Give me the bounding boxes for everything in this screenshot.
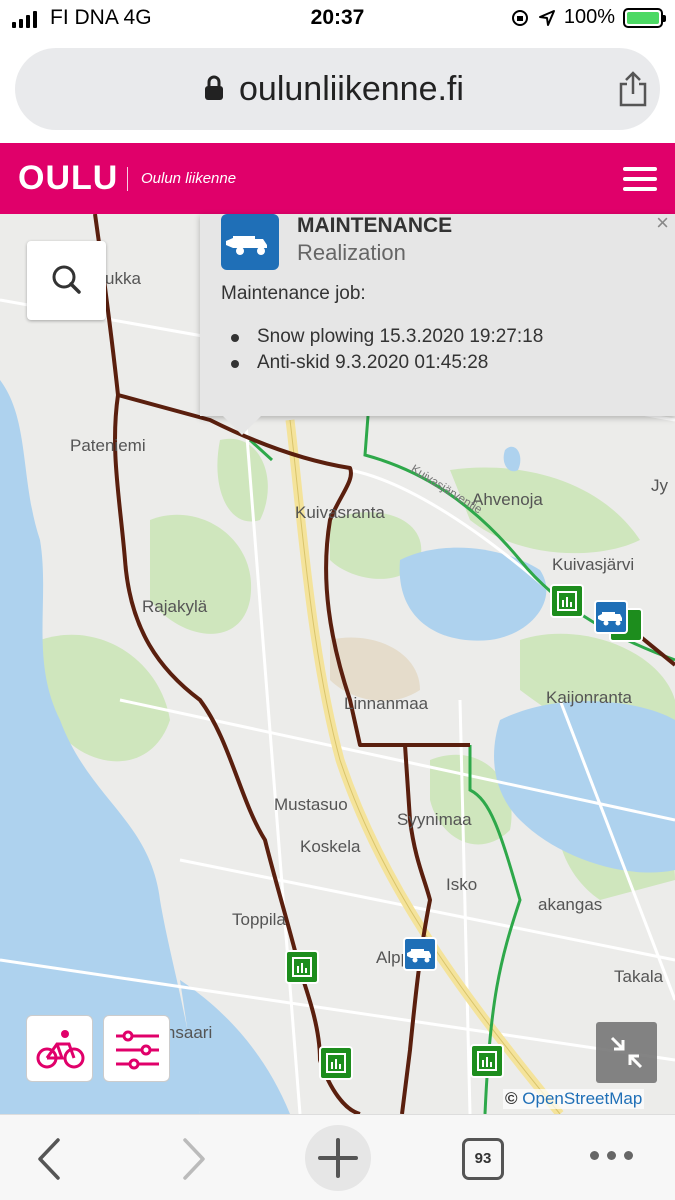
oulu-logo[interactable]: OULU <box>18 159 118 198</box>
hamburger-menu-icon[interactable] <box>623 167 657 191</box>
new-tab-button[interactable] <box>305 1125 371 1191</box>
lock-icon <box>205 75 223 100</box>
plus-icon <box>318 1138 358 1178</box>
maintenance-popup-icon <box>221 214 279 270</box>
status-bar: FI DNA 4G 20:37 100% <box>0 0 675 38</box>
bike-mode-button[interactable] <box>26 1015 93 1082</box>
back-arrow-icon[interactable] <box>36 1137 62 1181</box>
more-options-icon[interactable] <box>590 1151 633 1160</box>
place-label: ukka <box>105 269 141 288</box>
maintenance-vehicle-marker[interactable] <box>403 937 437 971</box>
place-label: Rajakylä <box>142 597 208 616</box>
maintenance-vehicle-marker[interactable] <box>594 600 628 634</box>
place-label: Syynimaa <box>397 810 472 829</box>
url-text: oulunliikenne.fi <box>239 70 464 108</box>
copyright-symbol: © <box>505 1089 518 1108</box>
weather-station-marker[interactable] <box>285 950 319 984</box>
weather-station-marker[interactable] <box>319 1046 353 1080</box>
maintenance-popup: MAINTENANCE Realization × Maintenance jo… <box>200 210 675 416</box>
filter-sliders-icon <box>116 1030 159 1070</box>
place-label: Mustasuo <box>274 795 348 814</box>
share-icon[interactable] <box>617 70 649 108</box>
place-label: Isko <box>446 875 478 894</box>
battery-percent: 100% <box>563 6 615 28</box>
snowplow-truck-icon <box>407 949 431 963</box>
location-icon <box>538 9 555 26</box>
place-label: Kuivasjärvi <box>552 555 635 574</box>
maintenance-job-list: Snow plowing 15.3.2020 19:27:18 Anti-ski… <box>231 326 543 378</box>
search-icon <box>52 265 81 294</box>
place-label: akangas <box>538 895 603 914</box>
snowplow-truck-icon <box>226 236 267 255</box>
weather-station-icon <box>477 1051 497 1071</box>
battery-icon <box>623 7 666 28</box>
place-label: Takala <box>614 967 664 986</box>
orientation-lock-icon <box>511 9 528 26</box>
weather-station-marker[interactable] <box>550 584 584 618</box>
weather-station-icon <box>326 1053 346 1073</box>
place-label: Toppila <box>232 910 286 929</box>
collapse-arrows-icon <box>610 1036 643 1069</box>
logo-divider <box>127 167 128 191</box>
popup-subtitle: Realization <box>297 240 406 265</box>
place-label: Kuivasranta <box>295 503 385 522</box>
snowplow-truck-icon <box>598 612 622 626</box>
weather-station-marker[interactable] <box>470 1044 504 1078</box>
map-search-button[interactable] <box>27 241 106 320</box>
filter-settings-button[interactable] <box>103 1015 170 1082</box>
popup-title: MAINTENANCE <box>297 214 453 237</box>
weather-station-icon <box>292 957 312 977</box>
collapse-map-button[interactable] <box>596 1022 657 1083</box>
place-label: Pateniemi <box>70 436 146 455</box>
forward-arrow-icon[interactable] <box>181 1137 207 1181</box>
address-bar[interactable]: oulunliikenne.fi <box>15 48 660 130</box>
site-header: OULU Oulun liikenne <box>0 143 675 214</box>
list-item: Anti-skid 9.3.2020 01:45:28 <box>231 352 543 378</box>
weather-station-icon <box>557 591 577 611</box>
close-icon[interactable]: × <box>656 210 669 236</box>
site-subtitle: Oulun liikenne <box>141 170 237 187</box>
popup-pointer <box>222 415 262 435</box>
openstreetmap-link[interactable]: OpenStreetMap <box>522 1089 642 1108</box>
tab-switcher-button[interactable]: 93 <box>462 1138 504 1180</box>
browser-toolbar: 93 <box>0 1114 675 1200</box>
place-label: Koskela <box>300 837 361 856</box>
map-attribution: © OpenStreetMap <box>503 1089 645 1109</box>
status-right: 100% <box>510 6 666 29</box>
list-item: Snow plowing 15.3.2020 19:27:18 <box>231 326 543 352</box>
bicycle-icon <box>36 1030 85 1069</box>
place-label: Kaijonranta <box>546 688 633 707</box>
maintenance-job-label: Maintenance job: <box>221 283 366 304</box>
place-label: Jy <box>651 476 668 495</box>
place-label: Linnanmaa <box>344 694 429 713</box>
